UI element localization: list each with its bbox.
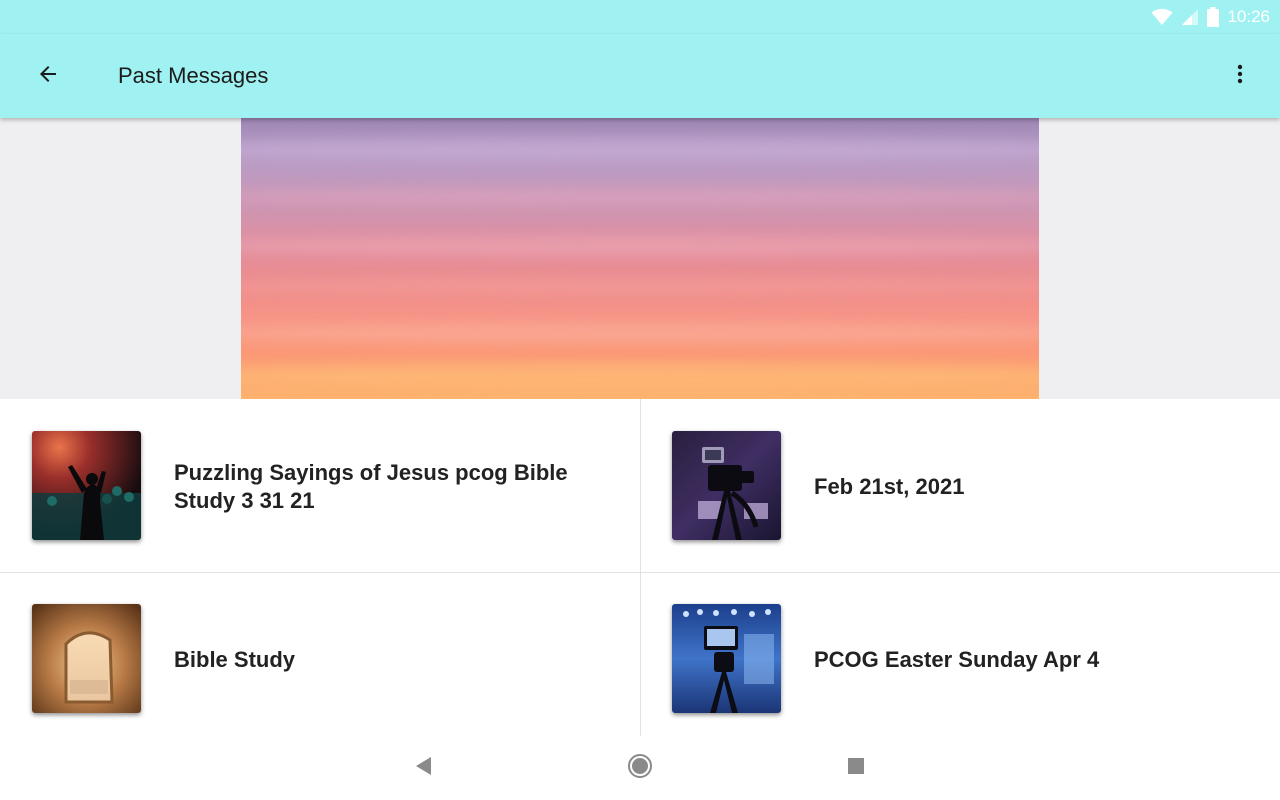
camera-thumbnail xyxy=(672,431,781,540)
more-vert-icon xyxy=(1228,62,1252,91)
status-bar: 10:26 xyxy=(0,0,1280,34)
back-button[interactable] xyxy=(24,52,72,100)
nav-home-button[interactable] xyxy=(620,748,660,788)
broadcast-camera-thumbnail xyxy=(672,604,781,713)
arrow-back-icon xyxy=(36,62,60,91)
empty-tomb-thumbnail xyxy=(32,604,141,713)
wifi-icon xyxy=(1151,8,1173,26)
nav-home-icon xyxy=(627,753,653,784)
message-item[interactable]: Puzzling Sayings of Jesus pcog Bible Stu… xyxy=(0,399,640,571)
status-icons: 10:26 xyxy=(1151,6,1270,28)
app-bar: Past Messages xyxy=(0,34,1280,118)
message-item[interactable]: Feb 21st, 2021 xyxy=(640,399,1280,571)
concert-thumbnail xyxy=(32,431,141,540)
nav-back-icon xyxy=(415,756,433,781)
message-title: Puzzling Sayings of Jesus pcog Bible Stu… xyxy=(174,460,568,513)
system-navigation-bar xyxy=(0,736,1280,800)
row-divider xyxy=(0,572,1280,573)
message-title: Feb 21st, 2021 xyxy=(814,474,965,499)
message-title: Bible Study xyxy=(174,647,296,672)
message-item[interactable]: Bible Study xyxy=(0,572,640,744)
status-time: 10:26 xyxy=(1227,7,1270,26)
more-options-button[interactable] xyxy=(1216,52,1264,100)
nav-back-button[interactable] xyxy=(404,748,444,788)
cellular-signal-icon xyxy=(1181,8,1199,26)
page-title: Past Messages xyxy=(118,63,269,88)
column-divider xyxy=(640,399,641,736)
battery-icon xyxy=(1207,7,1220,27)
hero-sunset-image xyxy=(241,118,1039,399)
message-item[interactable]: PCOG Easter Sunday Apr 4 xyxy=(640,572,1280,744)
message-title: PCOG Easter Sunday Apr 4 xyxy=(814,647,1100,672)
nav-recents-button[interactable] xyxy=(836,748,876,788)
nav-recents-icon xyxy=(847,757,865,780)
